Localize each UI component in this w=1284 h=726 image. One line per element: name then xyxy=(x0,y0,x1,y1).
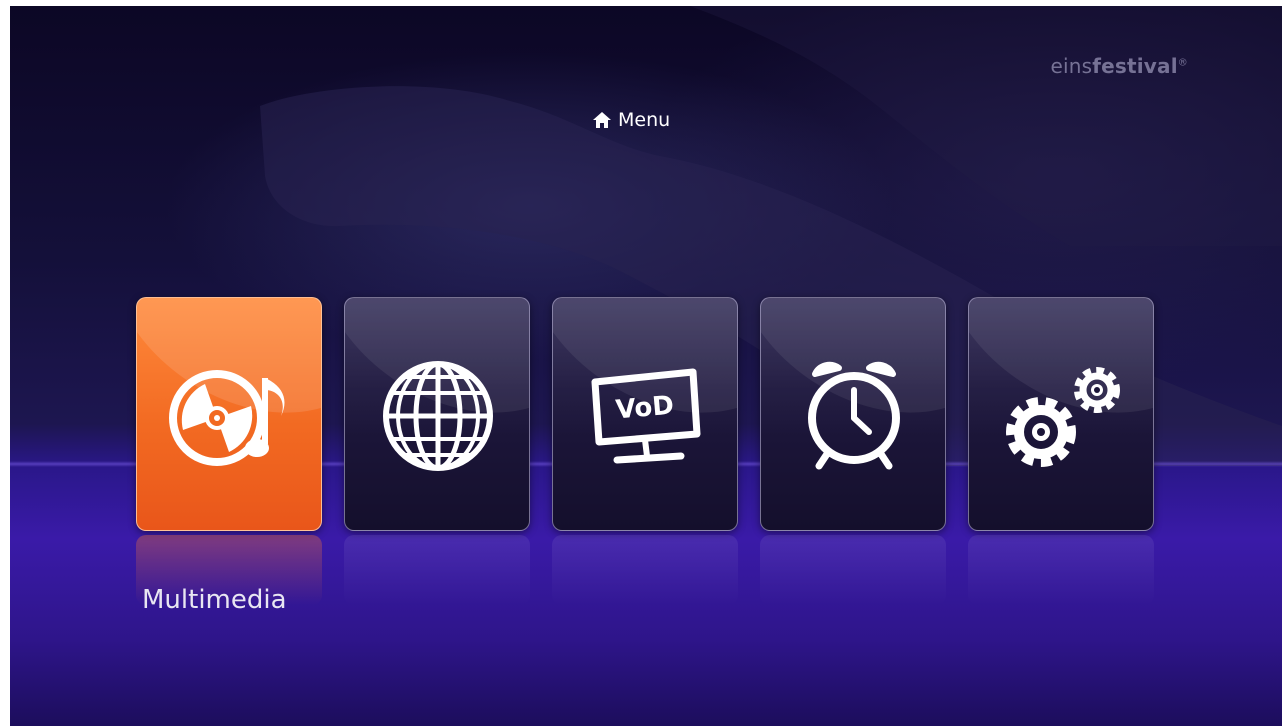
menu-tile-multimedia[interactable] xyxy=(136,297,322,531)
multimedia-icon xyxy=(169,370,285,466)
home-icon xyxy=(593,112,611,128)
page-title-text: Menu xyxy=(618,109,671,131)
vod-tv-icon: VoD xyxy=(591,368,701,464)
brand-text-light: eins xyxy=(1050,54,1093,78)
channel-logo: einsfestival® xyxy=(1050,54,1188,78)
brand-text-bold: festival xyxy=(1092,54,1178,78)
menu-tile-internet[interactable] xyxy=(344,297,530,531)
gears-icon xyxy=(1006,367,1120,467)
main-menu: VoD xyxy=(136,297,1156,605)
page-title: Menu xyxy=(592,107,670,133)
selected-item-label: Multimedia xyxy=(142,585,287,615)
vod-label: VoD xyxy=(615,391,676,426)
menu-tile-settings[interactable] xyxy=(968,297,1154,531)
menu-tile-timer[interactable] xyxy=(760,297,946,531)
globe-icon xyxy=(383,361,493,471)
menu-tile-vod[interactable]: VoD xyxy=(552,297,738,531)
alarm-clock-icon xyxy=(808,361,900,470)
brand-mark: ® xyxy=(1177,57,1188,69)
